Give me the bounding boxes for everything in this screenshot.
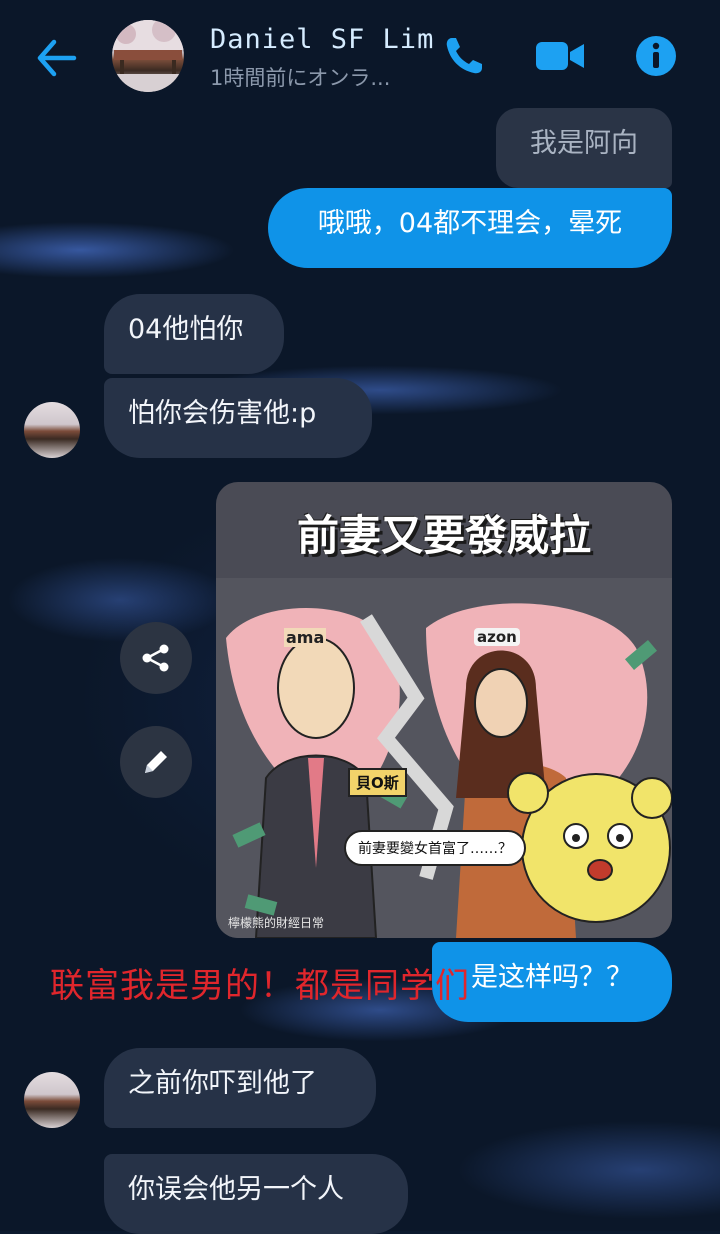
edit-pencil-icon (145, 751, 167, 773)
message-text: 怕你会伤害他:p (128, 398, 317, 429)
meme-title: 前妻又要發威拉 (296, 511, 591, 560)
message-bubble-incoming[interactable]: 之前你吓到他了 (104, 1048, 376, 1128)
image-message[interactable]: 前妻又要發威拉 ama azon 貝O斯 前妻要變女首富了……？ 檸檬熊的財經日… (216, 482, 672, 938)
video-call-button[interactable] (534, 34, 584, 78)
back-button[interactable] (34, 38, 78, 78)
contact-status: 1時間前にオンラ... (210, 66, 391, 90)
avatar-photo (112, 20, 184, 92)
meme-brand-right: azon (474, 628, 520, 646)
message-text: 04他怕你 (128, 314, 244, 345)
message-text: 你误会他另一个人 (128, 1174, 344, 1205)
share-button[interactable] (120, 622, 192, 694)
message-bubble-incoming[interactable]: 怕你会伤害他:p (104, 378, 372, 458)
edit-button[interactable] (120, 726, 192, 798)
message-bubble-outgoing[interactable]: 我是阿向 (496, 108, 672, 188)
overlay-annotation-text: 联富我是男的！都是同学们 (50, 966, 470, 1006)
message-text: 我是阿向 (530, 128, 638, 159)
message-text: 之前你吓到他了 (128, 1068, 317, 1099)
call-button[interactable] (442, 34, 486, 78)
message-text: 是这样吗？？ (471, 962, 633, 993)
meme-name-tag: 貝O斯 (348, 768, 407, 797)
back-arrow-icon (37, 39, 77, 77)
chat-header: Daniel SF Lim 1時間前にオンラ... (0, 0, 720, 112)
message-bubble-outgoing[interactable]: 哦哦，04都不理会，晕死 (268, 188, 672, 268)
meme-brand-left: ama (284, 628, 327, 647)
contact-name[interactable]: Daniel SF Lim (210, 24, 434, 55)
message-bubble-incoming[interactable]: 你误会他另一个人 (104, 1154, 408, 1234)
video-camera-icon (536, 42, 584, 70)
message-text: 哦哦，04都不理会，晕死 (317, 208, 623, 239)
info-icon (636, 36, 676, 76)
phone-icon (446, 38, 482, 74)
sender-avatar[interactable] (24, 1072, 80, 1128)
sender-avatar[interactable] (24, 402, 80, 458)
share-icon (142, 644, 169, 672)
contact-avatar[interactable] (112, 20, 184, 92)
meme-credit: 檸檬熊的財經日常 (228, 916, 325, 930)
message-bubble-incoming[interactable]: 04他怕你 (104, 294, 284, 374)
meme-speech-bubble: 前妻要變女首富了……？ (344, 830, 526, 866)
info-button[interactable] (634, 34, 678, 78)
